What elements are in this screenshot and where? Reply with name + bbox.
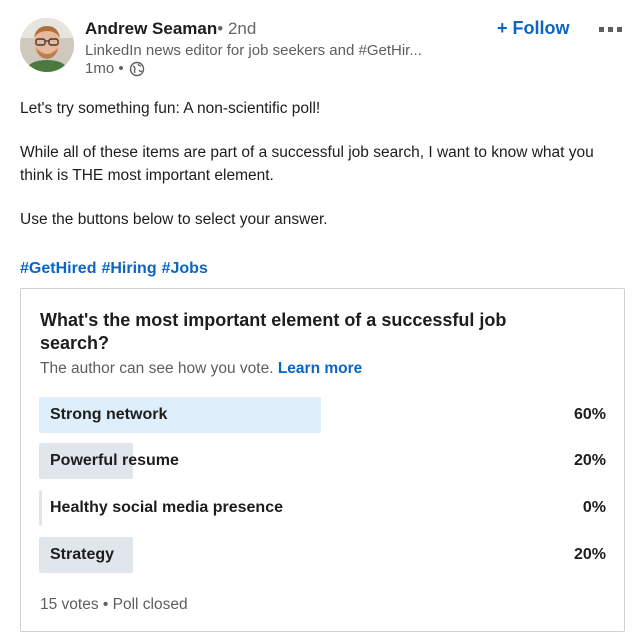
poll-option-percent: 0% [582,499,606,516]
hashtag-link[interactable]: #Jobs [162,258,208,280]
more-options-icon[interactable] [598,23,624,35]
author-headline: LinkedIn news editor for job seekers and… [85,42,422,59]
hashtag-link[interactable]: #Hiring [101,258,156,280]
poll-question: What's the most important element of a s… [40,310,507,353]
post-header: Andrew Seaman• 2nd LinkedIn news editor … [20,16,622,80]
poll-option: Healthy social media presence 0% [39,490,606,526]
learn-more-link[interactable]: Learn more [278,360,362,377]
post-meta: 1mo • [85,59,145,79]
avatar-image [20,18,74,72]
avatar[interactable] [20,18,74,72]
hashtag-link[interactable]: #GetHired [20,258,96,280]
globe-icon [129,61,145,77]
poll-option-percent: 20% [573,452,606,469]
connection-degree: • 2nd [217,19,257,38]
post-paragraph: Let's try something fun: A non-scientifi… [20,100,321,117]
poll-note-text: The author can see how you vote. [40,360,274,377]
poll-option-percent: 20% [573,546,606,563]
post-paragraph: Use the buttons below to select your ans… [20,211,328,228]
post-paragraph: While all of these items are part of a s… [20,144,594,184]
post-time: 1mo • [85,60,124,77]
poll-option-percent: 60% [573,406,606,423]
post-body: Let's try something fun: A non-scientifi… [20,97,620,252]
poll-card: What's the most important element of a s… [20,288,625,632]
poll-option-label: Strong network [50,406,168,423]
poll-option-label: Healthy social media presence [50,499,283,516]
author-name[interactable]: Andrew Seaman [85,19,217,38]
poll-option: Strong network 60% [39,397,606,433]
poll-option-bar [39,490,42,526]
author-name-row: Andrew Seaman• 2nd [85,18,256,40]
hashtags: #GetHired #Hiring #Jobs [20,258,208,280]
poll-option: Powerful resume 20% [39,443,606,479]
poll-option-label: Strategy [50,546,115,563]
poll-visibility-note: The author can see how you vote. Learn m… [40,359,362,379]
follow-button[interactable]: + Follow [497,16,570,40]
poll-option-label: Powerful resume [50,452,179,469]
poll-option: Strategy 20% [39,537,606,573]
poll-footer: 15 votes • Poll closed [40,596,188,613]
